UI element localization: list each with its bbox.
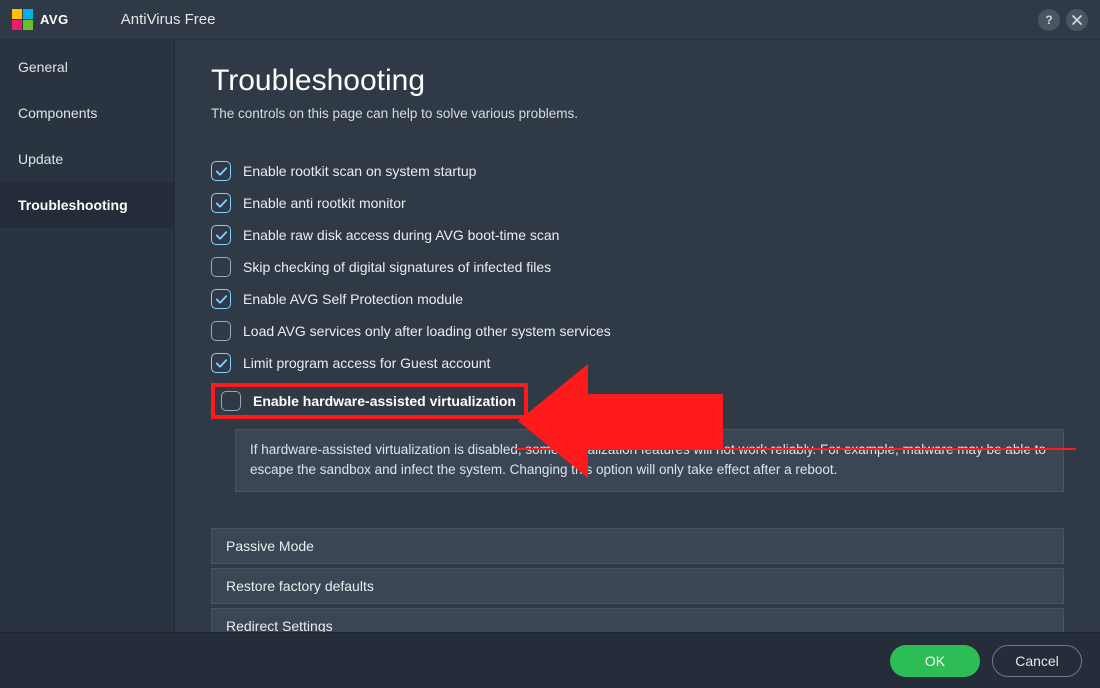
sidebar-item-components[interactable]: Components — [0, 90, 174, 136]
checkbox[interactable] — [211, 161, 231, 181]
page-title: Troubleshooting — [211, 64, 1064, 98]
option-row: Load AVG services only after loading oth… — [211, 315, 1064, 347]
checkbox-label: Enable hardware-assisted virtualization — [253, 393, 516, 409]
checkbox-label: Limit program access for Guest account — [243, 355, 490, 371]
checkbox-label: Enable anti rootkit monitor — [243, 195, 406, 211]
check-icon — [215, 165, 228, 178]
avg-logo-icon — [12, 9, 34, 31]
checkbox-label: Enable AVG Self Protection module — [243, 291, 463, 307]
sidebar: General Components Update Troubleshootin… — [0, 40, 175, 632]
action-redirect-settings[interactable]: Redirect Settings — [211, 608, 1064, 633]
titlebar: AVG AntiVirus Free ? — [0, 0, 1100, 40]
logo-text: AVG — [40, 12, 69, 27]
checkbox[interactable] — [211, 289, 231, 309]
checkbox[interactable] — [211, 353, 231, 373]
checkbox[interactable] — [211, 225, 231, 245]
app-title: AntiVirus Free — [121, 11, 216, 28]
check-icon — [215, 229, 228, 242]
checkbox[interactable] — [211, 321, 231, 341]
checkbox-label: Skip checking of digital signatures of i… — [243, 259, 551, 275]
checkbox[interactable] — [211, 257, 231, 277]
option-row: Enable anti rootkit monitor — [211, 187, 1064, 219]
sidebar-item-general[interactable]: General — [0, 44, 174, 90]
footer: OK Cancel — [0, 632, 1100, 688]
options-list: Enable rootkit scan on system startup Ena… — [211, 155, 1064, 379]
option-row: Limit program access for Guest account — [211, 347, 1064, 379]
check-icon — [215, 357, 228, 370]
highlighted-option-box: Enable hardware-assisted virtualization — [211, 383, 528, 419]
check-icon — [215, 197, 228, 210]
ok-button[interactable]: OK — [890, 645, 980, 677]
sidebar-item-troubleshooting[interactable]: Troubleshooting — [0, 182, 174, 228]
check-icon — [215, 293, 228, 306]
app-logo: AVG — [12, 9, 69, 31]
option-row: Enable AVG Self Protection module — [211, 283, 1064, 315]
checkbox-enable-hw-virtualization[interactable] — [221, 391, 241, 411]
info-text: If hardware-assisted virtualization is d… — [235, 429, 1064, 492]
option-row: Enable raw disk access during AVG boot-t… — [211, 219, 1064, 251]
cancel-button[interactable]: Cancel — [992, 645, 1082, 677]
sidebar-item-update[interactable]: Update — [0, 136, 174, 182]
action-passive-mode[interactable]: Passive Mode — [211, 528, 1064, 564]
close-button[interactable] — [1066, 9, 1088, 31]
option-row: Skip checking of digital signatures of i… — [211, 251, 1064, 283]
checkbox[interactable] — [211, 193, 231, 213]
option-row: Enable rootkit scan on system startup — [211, 155, 1064, 187]
close-icon — [1072, 15, 1082, 25]
action-restore-defaults[interactable]: Restore factory defaults — [211, 568, 1064, 604]
checkbox-label: Load AVG services only after loading oth… — [243, 323, 611, 339]
checkbox-label: Enable raw disk access during AVG boot-t… — [243, 227, 559, 243]
help-icon: ? — [1045, 13, 1052, 27]
content-pane: Troubleshooting The controls on this pag… — [175, 40, 1100, 632]
page-subtitle: The controls on this page can help to so… — [211, 106, 1064, 121]
checkbox-label: Enable rootkit scan on system startup — [243, 163, 476, 179]
help-button[interactable]: ? — [1038, 9, 1060, 31]
action-list: Passive Mode Restore factory defaults Re… — [211, 528, 1064, 633]
